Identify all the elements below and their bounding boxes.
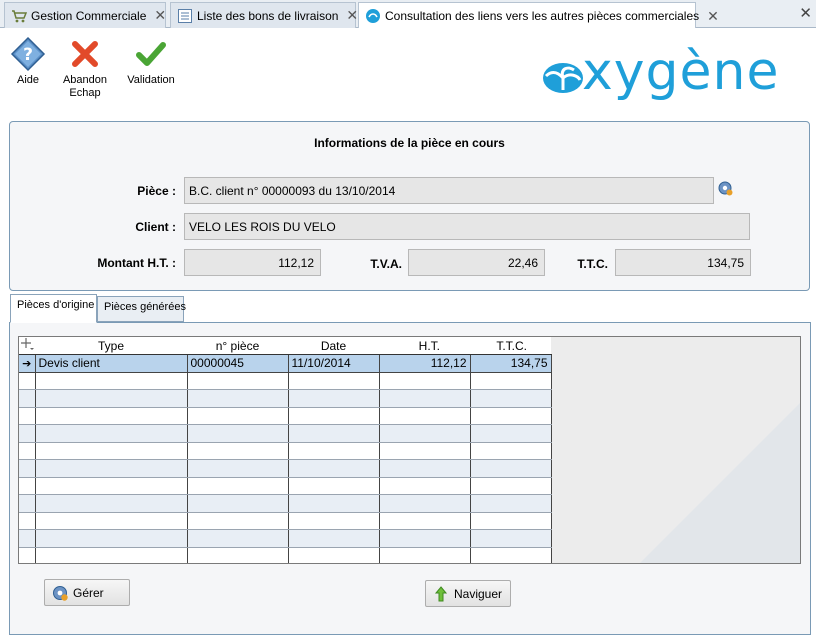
validate-label: Validation — [127, 74, 175, 86]
tab-label: Gestion Commerciale — [31, 8, 147, 23]
column-header-date[interactable]: Date — [288, 337, 379, 355]
oxygene-icon — [366, 9, 380, 23]
cell-ttc: 134,75 — [470, 354, 552, 373]
toolbar: ? Aide Abandon Echap Validation xygène — [0, 28, 816, 114]
piece-field[interactable]: B.C. client n° 00000093 du 13/10/2014 — [184, 177, 714, 204]
table-row[interactable] — [19, 407, 552, 425]
column-header-numero[interactable]: n° pièce — [187, 337, 288, 355]
linked-documents-grid[interactable]: Type n° pièce Date H.T. T.T.C. ➔ Devis c… — [18, 336, 801, 564]
help-button[interactable]: ? Aide — [8, 36, 48, 87]
cart-icon — [12, 9, 27, 22]
window-close-icon[interactable]: ✕ — [799, 4, 812, 22]
panel-title: Informations de la pièce en cours — [314, 136, 505, 150]
table-row[interactable] — [19, 459, 552, 478]
table-row[interactable] — [19, 389, 552, 408]
cancel-button[interactable]: Abandon Echap — [60, 36, 110, 100]
svg-text:?: ? — [23, 45, 33, 65]
table-row[interactable] — [19, 547, 552, 563]
gear-settings-icon[interactable] — [716, 179, 734, 197]
logo-text: xygène — [582, 42, 780, 102]
cancel-label: Abandon — [62, 74, 108, 86]
cancel-x-icon — [72, 41, 98, 67]
table-row[interactable] — [19, 512, 552, 530]
amount-ht-label: Montant H.T. : — [97, 256, 176, 270]
table-row[interactable]: ➔ Devis client 00000045 11/10/2014 112,1… — [19, 354, 552, 373]
cancel-shortcut: Echap — [69, 87, 101, 99]
grid-options-icon[interactable] — [19, 337, 35, 355]
table-row[interactable] — [19, 529, 552, 548]
manage-button[interactable]: Gérer — [44, 579, 130, 606]
arrow-up-icon — [434, 585, 448, 601]
help-icon: ? — [10, 36, 46, 72]
plus-icon — [21, 338, 34, 350]
cell-type: Devis client — [35, 354, 188, 373]
tab-pieces-origine[interactable]: Pièces d'origine — [10, 294, 97, 323]
table-row[interactable] — [19, 494, 552, 513]
table-row[interactable] — [19, 442, 552, 460]
table-row[interactable] — [19, 372, 552, 390]
amount-ht-field[interactable]: 112,12 — [184, 249, 321, 276]
client-field[interactable]: VELO LES ROIS DU VELO — [184, 213, 750, 240]
tva-field[interactable]: 22,46 — [408, 249, 545, 276]
oxygene-logo: xygène — [540, 42, 806, 104]
palm-o-logo-icon — [543, 63, 583, 93]
help-label: Aide — [16, 74, 40, 86]
manage-label: Gérer — [73, 585, 104, 600]
tab-liste-bons-livraison[interactable]: Liste des bons de livraison ✕ — [170, 2, 358, 28]
tab-pieces-generees[interactable]: Pièces générées — [97, 296, 186, 322]
column-header-ttc[interactable]: T.T.C. — [470, 337, 551, 355]
cell-ht: 112,12 — [379, 354, 471, 373]
table-row[interactable] — [19, 477, 552, 495]
tab-gestion-commerciale[interactable]: Gestion Commerciale ✕ — [4, 2, 166, 28]
gear-icon — [53, 585, 68, 601]
table-row[interactable] — [19, 424, 552, 443]
decorative-background — [640, 403, 800, 563]
validate-button[interactable]: Validation — [124, 36, 178, 87]
grid-header-row: Type n° pièce Date H.T. T.T.C. — [19, 337, 551, 355]
document-tab-strip: Gestion Commerciale ✕ Liste des bons de … — [0, 0, 816, 29]
piece-label: Pièce : — [137, 184, 176, 198]
list-icon — [178, 8, 192, 23]
ttc-field[interactable]: 134,75 — [615, 249, 751, 276]
tva-label: T.V.A. — [370, 257, 402, 271]
column-header-ht[interactable]: H.T. — [379, 337, 470, 355]
cell-numero: 00000045 — [187, 354, 289, 373]
ttc-label: T.T.C. — [577, 257, 608, 271]
navigate-label: Naviguer — [454, 586, 503, 601]
cell-date: 11/10/2014 — [288, 354, 380, 373]
close-icon[interactable]: ✕ — [146, 7, 166, 24]
tab-label: Consultation des liens vers les autres p… — [385, 9, 700, 23]
grid-table: Type n° pièce Date H.T. T.T.C. ➔ Devis c… — [19, 337, 552, 563]
close-icon[interactable]: ✕ — [699, 8, 719, 25]
navigate-button[interactable]: Naviguer — [425, 580, 511, 607]
row-pointer-icon: ➔ — [19, 354, 36, 373]
tab-label: Liste des bons de livraison — [197, 8, 339, 23]
close-icon[interactable]: ✕ — [338, 7, 358, 24]
tab-consultation-liens[interactable]: Consultation des liens vers les autres p… — [358, 2, 719, 29]
client-label: Client : — [135, 220, 176, 234]
column-header-type[interactable]: Type — [35, 337, 187, 355]
checkmark-icon — [136, 42, 166, 66]
